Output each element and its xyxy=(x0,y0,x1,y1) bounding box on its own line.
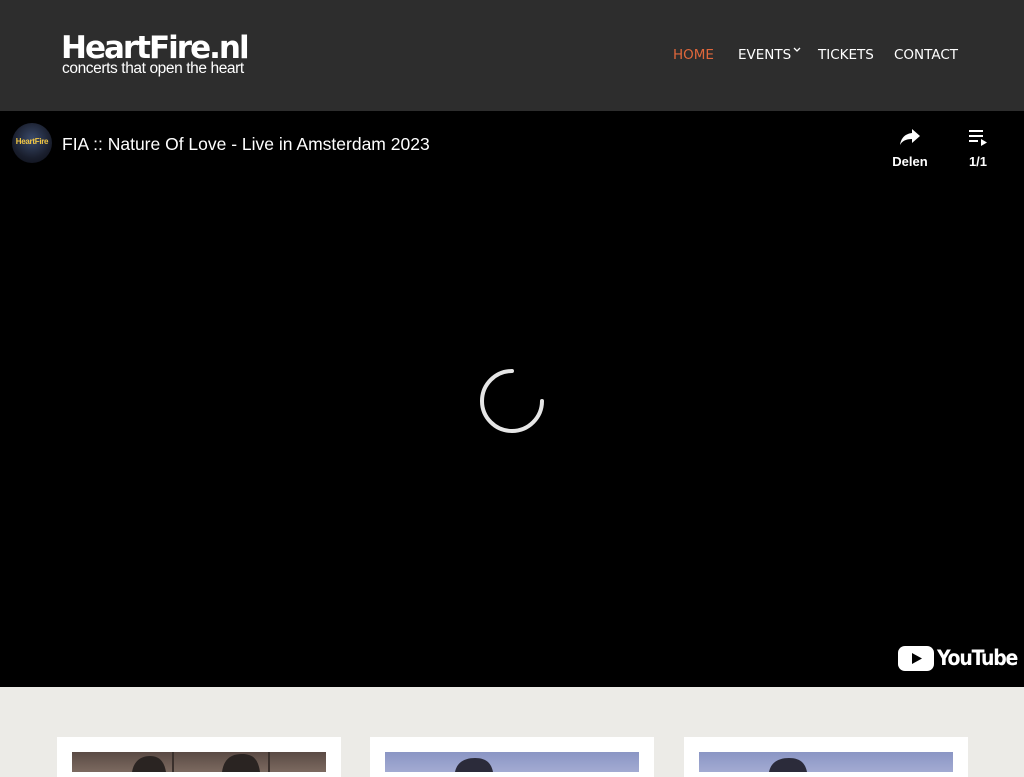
event-card[interactable] xyxy=(370,737,654,777)
main-nav: HOME EVENTS TICKETS CONTACT xyxy=(0,45,1024,65)
share-arrow-icon xyxy=(900,129,920,145)
event-card-image-detail xyxy=(769,758,807,772)
chevron-down-icon[interactable] xyxy=(793,47,801,53)
youtube-wordmark: YouTube xyxy=(937,646,1018,670)
channel-avatar[interactable]: HeartFire xyxy=(12,123,52,163)
video-title[interactable]: FIA :: Nature Of Love - Live in Amsterda… xyxy=(62,133,430,155)
event-card[interactable] xyxy=(684,737,968,777)
nav-item-tickets[interactable]: TICKETS xyxy=(818,45,874,65)
event-cards xyxy=(0,687,1024,777)
event-card-image-detail xyxy=(455,758,493,772)
share-label: Delen xyxy=(892,154,928,169)
youtube-video-embed[interactable]: HeartFire FIA :: Nature Of Love - Live i… xyxy=(0,111,1024,687)
nav-item-events[interactable]: EVENTS xyxy=(738,45,791,65)
event-card[interactable] xyxy=(57,737,341,777)
loading-spinner-icon xyxy=(480,369,544,433)
event-card-image[interactable] xyxy=(699,752,953,772)
event-card-image-detail xyxy=(132,752,270,772)
site-header: HeartFire.nl concerts that open the hear… xyxy=(0,0,1024,111)
playlist-position: 1/1 xyxy=(968,154,988,169)
event-card-image[interactable] xyxy=(72,752,326,772)
share-button[interactable]: Delen xyxy=(884,123,936,173)
event-card-image[interactable] xyxy=(385,752,639,772)
channel-avatar-text: HeartFire xyxy=(15,137,49,146)
youtube-logo-icon xyxy=(898,646,934,671)
playlist-button[interactable]: 1/1 xyxy=(956,123,1000,173)
nav-item-contact[interactable]: CONTACT xyxy=(894,45,958,65)
nav-item-home[interactable]: HOME xyxy=(673,45,714,65)
youtube-logo-link[interactable]: YouTube xyxy=(898,644,1018,672)
playlist-icon xyxy=(969,130,987,146)
